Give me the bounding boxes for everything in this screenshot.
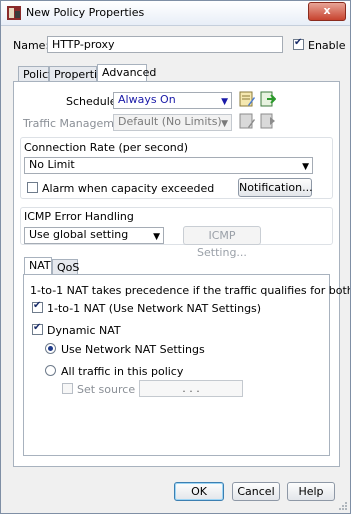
- connection-rate-select[interactable]: No Limit ▼: [24, 157, 313, 174]
- tab-policy[interactable]: Policy: [18, 66, 55, 82]
- traffic-management-select[interactable]: Default (No Limits) ▼: [113, 114, 232, 131]
- one-to-one-nat-label: 1-to-1 NAT (Use Network NAT Settings): [47, 302, 262, 315]
- chevron-down-icon: ▼: [221, 97, 228, 107]
- traffic-management-value: Default (No Limits): [118, 115, 222, 128]
- icmp-value: Use global setting: [29, 228, 129, 241]
- alarm-checkbox[interactable]: [27, 182, 38, 193]
- tab-qos[interactable]: QoS: [52, 259, 79, 275]
- enable-checkbox[interactable]: [293, 37, 304, 50]
- name-input[interactable]: HTTP-proxy: [47, 36, 283, 53]
- help-button[interactable]: Help: [287, 482, 335, 501]
- icmp-title: ICMP Error Handling: [24, 210, 134, 223]
- schedule-select[interactable]: Always On ▼: [113, 92, 232, 109]
- use-network-nat-label: Use Network NAT Settings: [61, 343, 205, 356]
- connection-rate-value: No Limit: [29, 158, 75, 171]
- alarm-label: Alarm when capacity exceeded: [42, 182, 215, 195]
- connection-rate-group: Connection Rate (per second) No Limit ▼ …: [20, 137, 333, 199]
- tab-nat[interactable]: NAT: [24, 257, 52, 275]
- icmp-group: ICMP Error Handling Use global setting ▼…: [20, 207, 333, 259]
- source-ip-input[interactable]: . . .: [139, 380, 243, 397]
- close-button[interactable]: x: [308, 2, 346, 21]
- edit-traffic-icon[interactable]: [239, 113, 255, 129]
- tab-properties[interactable]: Properties: [49, 66, 110, 82]
- cancel-button[interactable]: Cancel: [232, 482, 280, 501]
- policy-app-icon: [7, 6, 21, 20]
- schedule-value: Always On: [118, 93, 176, 106]
- resize-grip-icon[interactable]: [337, 500, 348, 511]
- new-schedule-icon[interactable]: [260, 91, 276, 107]
- dynamic-nat-label: Dynamic NAT: [47, 324, 121, 337]
- nat-panel: 1-to-1 NAT takes precedence if the traff…: [23, 274, 350, 456]
- connection-rate-title: Connection Rate (per second): [24, 141, 189, 154]
- enable-label: Enable: [308, 39, 346, 52]
- window-title: New Policy Properties: [26, 6, 145, 19]
- dialog-window: New Policy Properties x Name: HTTP-proxy…: [0, 0, 351, 514]
- new-traffic-icon[interactable]: [260, 113, 276, 129]
- ok-button[interactable]: OK: [174, 482, 224, 501]
- notification-button[interactable]: Notification...: [238, 178, 313, 197]
- set-source-ip-label: Set source IP: [77, 383, 149, 396]
- all-traffic-label: All traffic in this policy: [61, 365, 184, 378]
- icmp-select[interactable]: Use global setting ▼: [24, 227, 164, 244]
- dynamic-nat-checkbox[interactable]: [32, 322, 43, 335]
- title-bar[interactable]: New Policy Properties x: [1, 1, 350, 26]
- all-traffic-radio[interactable]: [45, 365, 56, 376]
- edit-schedule-icon[interactable]: [239, 91, 255, 107]
- tab-advanced[interactable]: Advanced: [97, 64, 156, 82]
- advanced-panel: Schedule: Always On ▼ Traffic Management…: [13, 81, 350, 467]
- name-label: Name:: [13, 39, 50, 52]
- nat-note: 1-to-1 NAT takes precedence if the traff…: [30, 284, 350, 297]
- use-network-nat-radio[interactable]: [45, 343, 56, 354]
- chevron-down-icon: ▼: [153, 232, 160, 242]
- set-source-ip-checkbox[interactable]: [62, 383, 73, 394]
- chevron-down-icon: ▼: [221, 119, 228, 129]
- chevron-down-icon: ▼: [302, 162, 309, 172]
- icmp-setting-button[interactable]: ICMP Setting...: [183, 226, 261, 259]
- one-to-one-nat-checkbox[interactable]: [32, 300, 43, 313]
